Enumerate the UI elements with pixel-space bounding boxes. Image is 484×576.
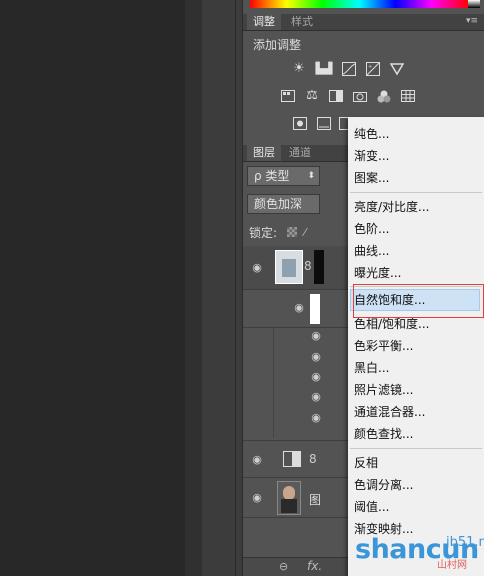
- eye-icon[interactable]: ◉: [249, 454, 265, 466]
- menu-item-color-lookup[interactable]: 颜色查找...: [354, 424, 413, 444]
- canvas-edge: [185, 0, 202, 576]
- highlight-annotation-box: [353, 284, 484, 318]
- brightness-icon[interactable]: ☀: [290, 61, 308, 77]
- chevron-updown-icon: ⬍: [307, 171, 315, 181]
- curves-icon[interactable]: [340, 61, 358, 77]
- link-layers-icon[interactable]: ⊖: [279, 560, 288, 573]
- menu-item-threshold[interactable]: 阈值...: [354, 497, 389, 517]
- chain-icon[interactable]: 8: [309, 452, 317, 466]
- menu-item-levels[interactable]: 色阶...: [354, 219, 389, 239]
- lock-transparent-icon[interactable]: [287, 227, 297, 237]
- layer-filter-dropdown[interactable]: ρ 类型 ⬍: [247, 166, 320, 186]
- selective-color-icon: [283, 451, 301, 467]
- layer-effects-list: ◉ ◉ ◉ ◉ ◉: [243, 328, 348, 438]
- blend-mode-dropdown[interactable]: 颜色加深: [247, 194, 320, 214]
- panel-menu-icon[interactable]: ▾≡: [464, 16, 478, 26]
- photo-filter-icon[interactable]: [351, 88, 369, 104]
- adjustment-context-menu: 纯色... 渐变... 图案... 亮度/对比度... 色阶... 曲线... …: [348, 117, 484, 576]
- eye-icon[interactable]: ◉: [308, 371, 324, 383]
- eye-icon[interactable]: ◉: [308, 351, 324, 363]
- channel-mixer-icon[interactable]: [375, 88, 393, 104]
- fx-button[interactable]: fx.: [307, 559, 322, 573]
- tab-styles[interactable]: 样式: [285, 14, 319, 30]
- layer-mask-thumbnail: [314, 250, 324, 284]
- effects-tree-line: [273, 328, 274, 438]
- menu-item-solid-color[interactable]: 纯色...: [354, 124, 389, 144]
- eye-icon[interactable]: ◉: [249, 492, 265, 504]
- filter-label: ρ 类型: [254, 169, 290, 183]
- menu-item-invert[interactable]: 反相: [354, 453, 378, 473]
- balance-icon[interactable]: ⚖: [303, 88, 321, 104]
- panel-dock-gutter: [202, 0, 242, 576]
- menu-item-photo-filter[interactable]: 照片滤镜...: [354, 380, 413, 400]
- blend-mode-value: 颜色加深: [254, 197, 303, 211]
- lock-label: 锁定:: [249, 226, 278, 240]
- layer-thumbnail: [275, 250, 303, 284]
- color-lookup-icon[interactable]: [399, 88, 417, 104]
- canvas-area: [0, 0, 185, 576]
- link-icon[interactable]: 8: [304, 259, 312, 273]
- invert-icon[interactable]: [291, 115, 309, 131]
- menu-separator: [350, 192, 482, 193]
- levels-icon[interactable]: ▙▟: [315, 61, 333, 77]
- menu-item-curves[interactable]: 曲线...: [354, 241, 389, 261]
- watermark-url: jb51.net: [446, 535, 484, 550]
- color-spectrum-bw[interactable]: [468, 0, 480, 8]
- eye-icon[interactable]: ◉: [308, 391, 324, 403]
- eye-icon[interactable]: ◉: [308, 330, 324, 342]
- tab-layers[interactable]: 图层: [247, 145, 281, 161]
- layer-name: 图: [309, 493, 322, 507]
- adjustments-tabbar: 调整 样式 ▾≡: [243, 14, 484, 31]
- menu-item-color-balance[interactable]: 色彩平衡...: [354, 336, 413, 356]
- menu-item-brightness-contrast[interactable]: 亮度/对比度...: [354, 197, 430, 217]
- gutter-divider: [235, 0, 236, 576]
- exposure-icon[interactable]: +: [364, 61, 382, 77]
- menu-separator: [350, 448, 482, 449]
- vibrance-icon[interactable]: [388, 61, 406, 77]
- effect-thumbnail: [310, 294, 320, 324]
- tab-adjustments[interactable]: 调整: [247, 14, 281, 30]
- tab-channels[interactable]: 通道: [283, 145, 317, 161]
- svg-text:+: +: [368, 64, 372, 70]
- photo-thumbnail: [277, 481, 301, 515]
- eye-icon[interactable]: ◉: [291, 302, 307, 314]
- lock-paint-icon[interactable]: ⁄: [304, 226, 306, 239]
- photo-face: [283, 486, 295, 500]
- layer-row-selective[interactable]: ◉ 8: [243, 440, 350, 478]
- menu-item-black-white[interactable]: 黑白...: [354, 358, 389, 378]
- layer-row-adjustment[interactable]: ◉ 8: [243, 246, 350, 290]
- layers-tabbar: 图层 通道: [243, 145, 348, 162]
- menu-item-posterize[interactable]: 色调分离...: [354, 475, 413, 495]
- menu-item-gradient[interactable]: 渐变...: [354, 146, 389, 166]
- bw-icon[interactable]: [327, 88, 345, 104]
- selective-color-fill: [292, 452, 300, 466]
- layers-bottom-bar: ⊖ fx.: [243, 557, 348, 576]
- menu-item-pattern[interactable]: 图案...: [354, 168, 389, 188]
- photo-body: [281, 499, 297, 513]
- color-spectrum[interactable]: [250, 0, 468, 8]
- menu-item-exposure[interactable]: 曝光度...: [354, 263, 401, 283]
- hue-icon[interactable]: [279, 88, 297, 104]
- eye-icon[interactable]: ◉: [249, 262, 265, 274]
- posterize-icon[interactable]: [315, 115, 333, 131]
- eye-icon[interactable]: ◉: [308, 412, 324, 424]
- thumbnail-figure: [282, 259, 296, 277]
- adjustments-subtitle: 添加调整: [253, 38, 302, 52]
- watermark-sub: 山村网: [437, 560, 467, 571]
- layer-row-effect[interactable]: ◉: [243, 290, 350, 328]
- layer-row-photo[interactable]: ◉ 图: [243, 478, 350, 518]
- menu-item-channel-mixer[interactable]: 通道混合器...: [354, 402, 425, 422]
